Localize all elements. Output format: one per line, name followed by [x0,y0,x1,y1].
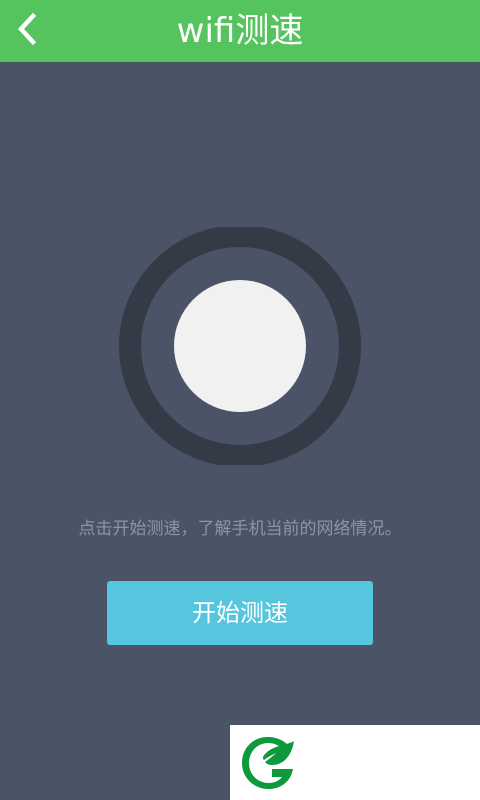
page-title: wifi测速 [176,11,304,51]
gauge-center-button[interactable] [174,280,306,412]
top-bar: wifi测速 [0,0,480,62]
hint-text: 点击开始测速，了解手机当前的网络情况。 [78,519,402,539]
start-test-button[interactable]: 开始测速 [107,581,373,645]
leaf-g-logo-icon [236,731,300,795]
speed-gauge [118,225,362,467]
watermark-panel [230,725,480,800]
